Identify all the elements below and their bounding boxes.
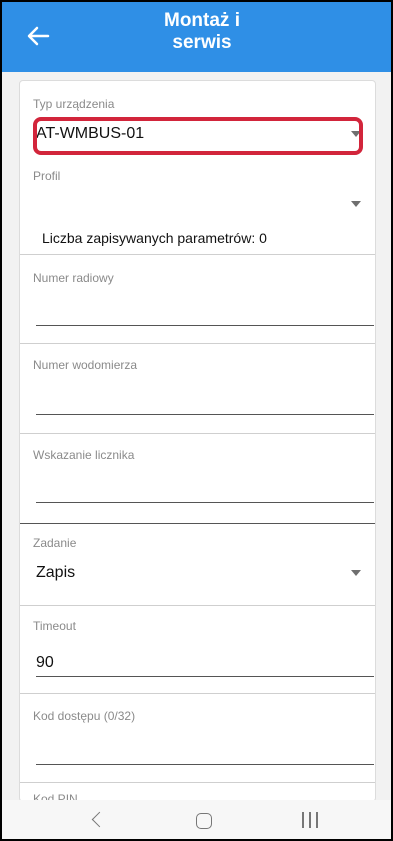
radio-number-input[interactable] [36,299,356,319]
access-code-section: Kod dostępu (0/32) [20,694,375,783]
page-title-line2: serwis [172,32,232,53]
access-code-underline [36,764,374,765]
timeout-label: Timeout [33,619,76,633]
meter-number-section: Numer wodomierza [20,344,375,434]
task-select[interactable]: Zapis [36,564,75,582]
form-card: Typ urządzenia AT-WMBUS-01 Profil Liczba… [19,80,376,802]
counter-reading-label: Wskazanie licznika [33,448,135,462]
access-code-label: Kod dostępu (0/32) [33,709,136,723]
nav-recent-apps-icon[interactable] [302,812,318,828]
page-title: Montaż i serwis [112,10,292,54]
profile-label: Profil [33,169,61,183]
counter-reading-underline [36,502,374,503]
screen-frame: Montaż i serwis Typ urządzenia AT-WMBUS-… [0,0,393,841]
meter-number-label: Numer wodomierza [33,358,138,372]
device-type-highlight [33,117,363,155]
radio-number-label: Numer radiowy [33,271,114,285]
saved-params-count: Liczba zapisywanych parametrów: 0 [42,230,267,246]
meter-number-underline [36,414,374,415]
back-arrow-icon[interactable] [24,22,52,50]
radio-number-section: Numer radiowy [20,255,375,344]
app-bar: Montaż i serwis [2,2,391,72]
profile-select[interactable] [36,193,336,213]
nav-back-icon[interactable] [91,811,108,828]
meter-number-input[interactable] [36,388,356,408]
page-title-line1: Montaż i [164,10,240,31]
system-nav-bar [2,800,391,839]
profile-dropdown-icon[interactable] [351,201,361,207]
counter-reading-section: Wskazanie licznika [20,434,375,524]
task-section: Zadanie Zapis [20,524,375,606]
timeout-input[interactable]: 90 [36,654,54,672]
task-dropdown-icon[interactable] [351,570,361,576]
task-label: Zadanie [33,536,77,550]
timeout-underline [36,676,374,677]
timeout-section: Timeout 90 [20,606,375,694]
nav-home-icon[interactable] [196,813,212,829]
access-code-input[interactable] [36,738,356,758]
counter-reading-input[interactable] [36,478,356,498]
device-section: Typ urządzenia AT-WMBUS-01 Profil Liczba… [20,81,375,255]
device-type-label: Typ urządzenia [33,97,115,111]
radio-number-underline [36,325,374,326]
